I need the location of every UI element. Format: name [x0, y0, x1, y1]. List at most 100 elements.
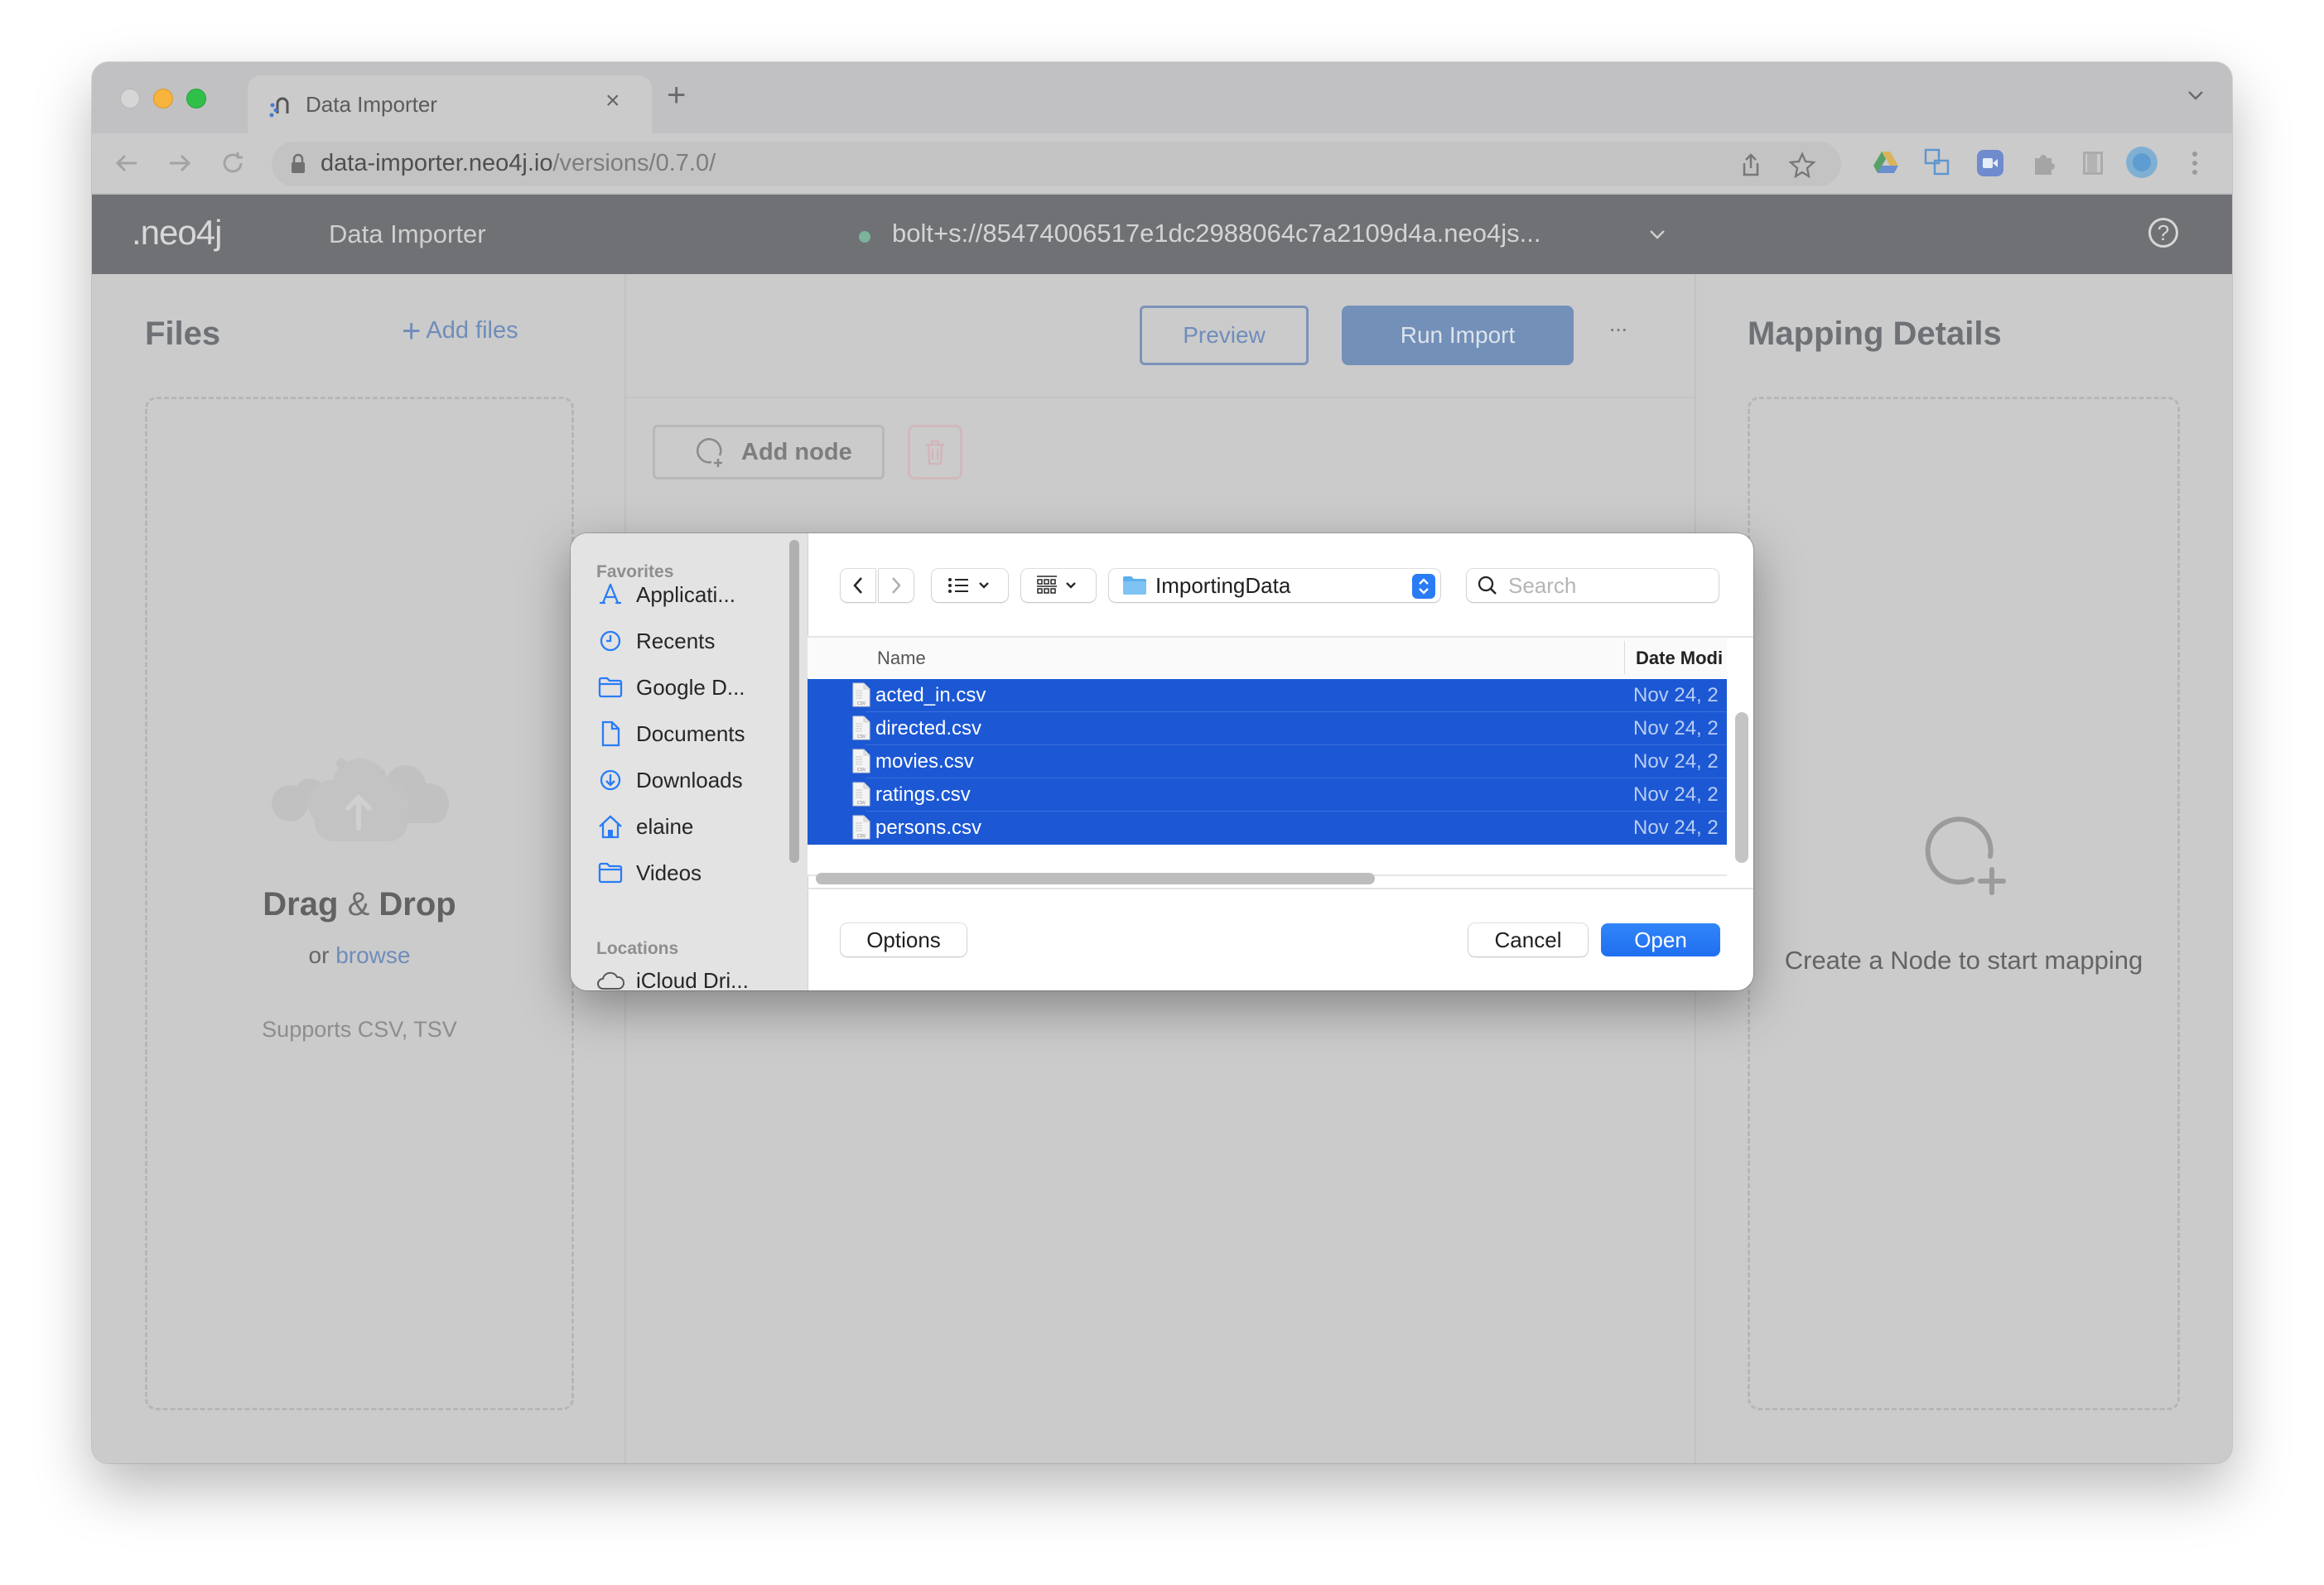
vertical-scrollbar[interactable]: [1735, 712, 1748, 863]
forward-button[interactable]: [879, 569, 914, 602]
more-options-button[interactable]: ···: [1608, 316, 1628, 342]
browse-line: or browse: [308, 942, 411, 968]
cancel-button[interactable]: Cancel: [1468, 923, 1588, 956]
file-name: ratings.csv: [875, 783, 971, 806]
address-bar[interactable]: data-importer.neo4j.io/versions/0.7.0/: [272, 142, 1841, 186]
delete-button[interactable]: [908, 425, 962, 479]
connection-chevron-down-icon[interactable]: [1647, 228, 1667, 243]
file-row[interactable]: CSV directed.csv Nov 24, 2: [808, 712, 1727, 745]
profile-avatar[interactable]: [2126, 147, 2158, 178]
group-view-button[interactable]: [1021, 569, 1096, 602]
search-icon: [1478, 576, 1497, 595]
file-row[interactable]: CSV movies.csv Nov 24, 2: [808, 745, 1727, 778]
browser-tab[interactable]: Data Importer ×: [248, 75, 652, 133]
csv-file-icon: CSV: [852, 682, 870, 707]
browser-toolbar: data-importer.neo4j.io/versions/0.7.0/: [92, 133, 2232, 195]
share-icon[interactable]: [1739, 152, 1762, 178]
list-icon: [948, 578, 968, 593]
open-button[interactable]: Open: [1601, 923, 1720, 956]
csv-file-icon: CSV: [852, 749, 870, 773]
sidebar-item-label: Downloads: [636, 767, 743, 792]
tab-close-icon[interactable]: ×: [605, 87, 620, 115]
csv-file-icon: CSV: [852, 815, 870, 840]
url-domain: data-importer.neo4j.io: [321, 150, 553, 176]
connection-status-dot: [859, 231, 870, 243]
file-date: Nov 24, 2: [1633, 684, 1719, 706]
preview-button[interactable]: Preview: [1140, 306, 1309, 365]
google-drive-icon[interactable]: [1873, 150, 1899, 175]
back-arrow-icon[interactable]: [113, 152, 140, 175]
svg-text:CSV: CSV: [857, 834, 866, 839]
browse-link[interactable]: browse: [335, 942, 410, 968]
sidebar-item-downloads[interactable]: Downloads: [596, 762, 743, 798]
tab-bar: Data Importer × +: [92, 62, 2232, 133]
supported-formats: Supports CSV, TSV: [262, 1017, 457, 1042]
app-title: Data Importer: [329, 219, 486, 248]
file-open-dialog: Favorites Applicati... Recents Google D...…: [571, 533, 1753, 990]
browser-menu-icon[interactable]: [2192, 152, 2197, 176]
reload-icon[interactable]: [219, 150, 246, 176]
tab-search-chevron-icon[interactable]: [2186, 87, 2206, 104]
sidebar-item-label: Google D...: [636, 674, 745, 700]
location-popup[interactable]: ImportingData: [1109, 569, 1440, 602]
file-row[interactable]: CSV acted_in.csv Nov 24, 2: [808, 679, 1727, 712]
folder-icon: [596, 859, 624, 887]
file-row[interactable]: CSV ratings.csv Nov 24, 2: [808, 778, 1727, 812]
horizontal-scrollbar[interactable]: [816, 873, 1375, 884]
sidebar-item-videos[interactable]: Videos: [596, 855, 702, 891]
tab-title: Data Importer: [306, 92, 437, 117]
screen-capture-icon[interactable]: [1924, 148, 1950, 176]
mapping-details-title: Mapping Details: [1748, 316, 2002, 352]
cloud-upload-icon: [272, 759, 449, 841]
forward-arrow-icon[interactable]: [166, 152, 193, 175]
add-node-button[interactable]: Add node: [653, 425, 885, 479]
csv-file-icon: CSV: [852, 782, 870, 807]
sidebar-item-elaine[interactable]: elaine: [596, 808, 693, 845]
svg-text:CSV: CSV: [857, 801, 866, 806]
window-maximize-button[interactable]: [186, 89, 206, 108]
mapping-empty-message: Create a Node to start mapping: [1784, 946, 2143, 975]
files-panel: Files + Add files Drag & Drop or browse …: [92, 274, 626, 1463]
drag-drop-title: Drag & Drop: [263, 886, 456, 923]
document-icon: [596, 720, 624, 748]
bookmark-star-icon[interactable]: [1789, 152, 1815, 178]
create-node-icon: [1925, 817, 2006, 895]
extensions-puzzle-icon[interactable]: [2032, 150, 2056, 176]
file-drop-zone[interactable]: Drag & Drop or browse Supports CSV, TSV: [145, 397, 574, 1410]
file-name: acted_in.csv: [875, 684, 986, 706]
sidebar-item-icloud[interactable]: iCloud Dri...: [596, 962, 749, 990]
list-view-button[interactable]: [932, 569, 1008, 602]
side-panel-icon[interactable]: [2083, 152, 2103, 175]
window-minimize-button[interactable]: [153, 89, 173, 108]
canvas-toolbar: Preview Run Import ···: [626, 274, 1695, 398]
dialog-sidebar: Favorites Applicati... Recents Google D...…: [571, 533, 808, 990]
mapping-empty-zone: Create a Node to start mapping: [1748, 397, 2180, 1410]
sidebar-item-google-d[interactable]: Google D...: [596, 669, 745, 706]
zoom-extension-icon[interactable]: [1977, 150, 2003, 176]
new-tab-button[interactable]: +: [667, 77, 686, 114]
run-import-button[interactable]: Run Import: [1342, 306, 1574, 365]
sidebar-scrollbar[interactable]: [789, 540, 799, 863]
download-icon: [596, 766, 624, 794]
folder-icon: [1123, 576, 1146, 595]
sidebar-item-applicati[interactable]: Applicati...: [596, 576, 735, 613]
svg-text:CSV: CSV: [857, 768, 866, 773]
add-node-icon: [696, 438, 722, 467]
stepper-icon: [1412, 574, 1435, 599]
file-name: directed.csv: [875, 717, 982, 740]
help-icon[interactable]: ?: [2148, 218, 2178, 248]
file-row[interactable]: CSV persons.csv Nov 24, 2: [808, 812, 1727, 845]
back-button[interactable]: [841, 569, 875, 602]
window-close-button[interactable]: [120, 89, 140, 108]
connection-url[interactable]: bolt+s://85474006517e1dc2988064c7a2109d4…: [892, 219, 1540, 248]
column-name-header[interactable]: Name: [877, 648, 926, 669]
sidebar-item-label: Recents: [636, 628, 716, 653]
neo4j-logo[interactable]: .neo4j: [132, 213, 222, 253]
svg-text:CSV: CSV: [857, 735, 866, 740]
sidebar-item-documents[interactable]: Documents: [596, 715, 745, 752]
options-button[interactable]: Options: [841, 923, 967, 956]
add-files-button[interactable]: + Add files: [402, 315, 518, 348]
column-date-header[interactable]: Date Modi: [1636, 648, 1723, 669]
sidebar-item-recents[interactable]: Recents: [596, 623, 715, 659]
search-field[interactable]: Search: [1467, 569, 1719, 602]
